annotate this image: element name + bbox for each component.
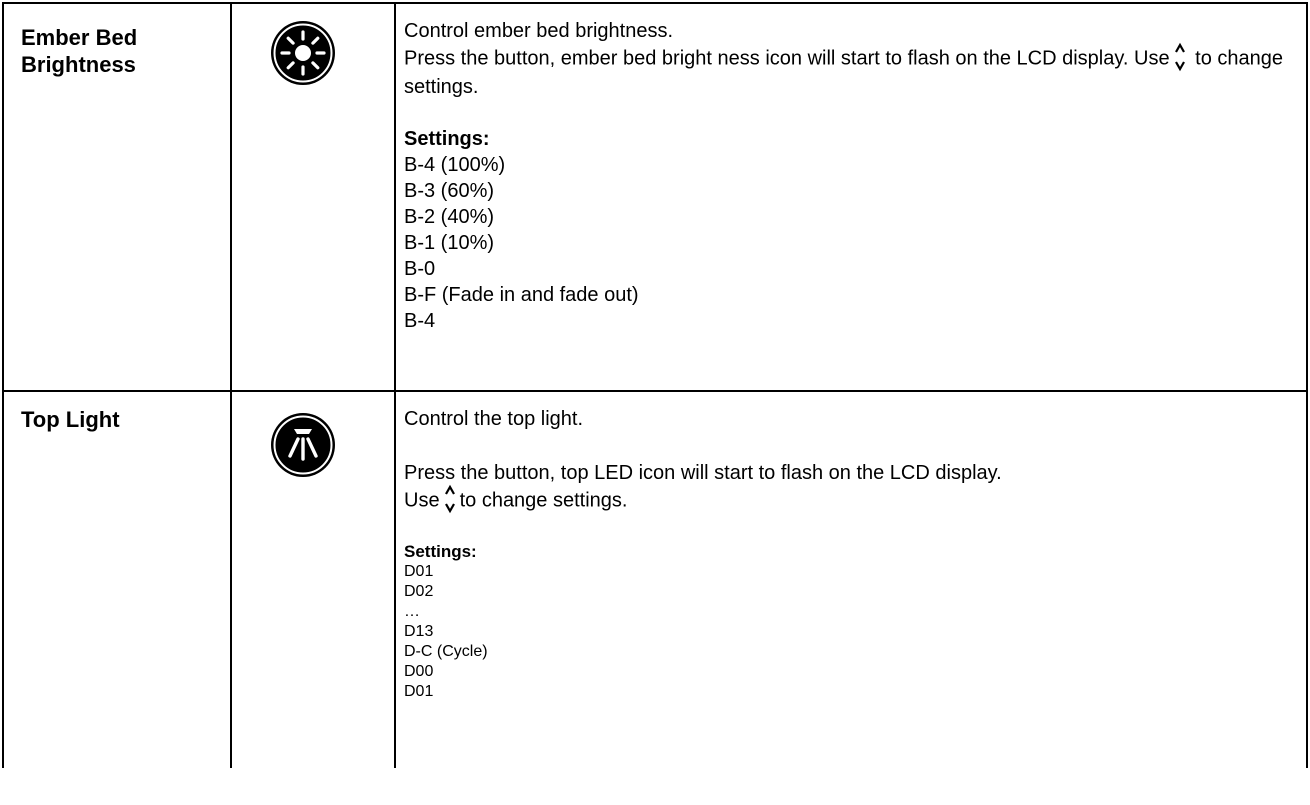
settings-item: B-1 (10%): [404, 232, 495, 254]
instruction-text-end: to change settings.: [459, 489, 628, 512]
description: Control ember bed brightness. Press the …: [396, 4, 1306, 390]
description: Control the top light. Press the button,…: [396, 392, 1306, 768]
settings-list: B-4 (100%) B-3 (60%) B-2 (40%) B-1 (10%)…: [404, 152, 1306, 334]
sun-brightness-icon: [271, 21, 335, 85]
feature-name-cell: Top Light: [2, 390, 232, 768]
instruction-text: Use: [404, 489, 440, 512]
feature-table: Ember Bed Brightness Control ember bed b…: [2, 2, 1308, 768]
settings-item: …: [404, 603, 420, 620]
description-cell: Control ember bed brightness. Press the …: [394, 2, 1308, 392]
feature-name: Top Light: [21, 407, 120, 432]
settings-item: B-4 (100%): [404, 154, 506, 176]
settings-list: D01 D02 … D13 D-C (Cycle) D00 D01: [404, 562, 1306, 702]
up-down-arrow-icon: [444, 484, 455, 514]
settings-item: D01: [404, 563, 434, 580]
feature-name-cell: Ember Bed Brightness: [2, 2, 232, 392]
settings-item: D02: [404, 583, 434, 600]
settings-item: B-0: [404, 258, 436, 280]
settings-item: D13: [404, 623, 434, 640]
settings-item: B-F (Fade in and fade out): [404, 284, 639, 306]
settings-item: B-4: [404, 310, 436, 332]
settings-item: D00: [404, 663, 434, 680]
up-down-arrow-icon: [1174, 42, 1185, 72]
description-line: Press the button, top LED icon will star…: [404, 462, 1002, 484]
settings-item: D01: [404, 683, 434, 700]
icon-cell: [230, 2, 396, 392]
icon-cell: [230, 390, 396, 768]
settings-heading: Settings:: [404, 128, 490, 150]
settings-heading: Settings:: [404, 542, 477, 561]
settings-item: B-3 (60%): [404, 180, 495, 202]
description-instruction: Use to change settings.: [404, 484, 1306, 516]
description-cell: Control the top light. Press the button,…: [394, 390, 1308, 768]
settings-item: B-2 (40%): [404, 206, 495, 228]
description-line: Control the top light.: [404, 408, 583, 430]
table-row-top-light: Top Light Control the top light. Press t…: [2, 390, 1308, 768]
feature-name: Ember Bed Brightness: [21, 25, 138, 77]
instruction-text: Press the button, ember bed bright ness …: [404, 47, 1170, 70]
top-light-icon: [271, 413, 335, 477]
description-line: Control ember bed brightness.: [404, 20, 674, 42]
description-instruction: Press the button, ember bed bright ness …: [404, 42, 1306, 100]
table-row-ember-bed-brightness: Ember Bed Brightness Control ember bed b…: [2, 2, 1308, 392]
settings-item: D-C (Cycle): [404, 643, 488, 660]
